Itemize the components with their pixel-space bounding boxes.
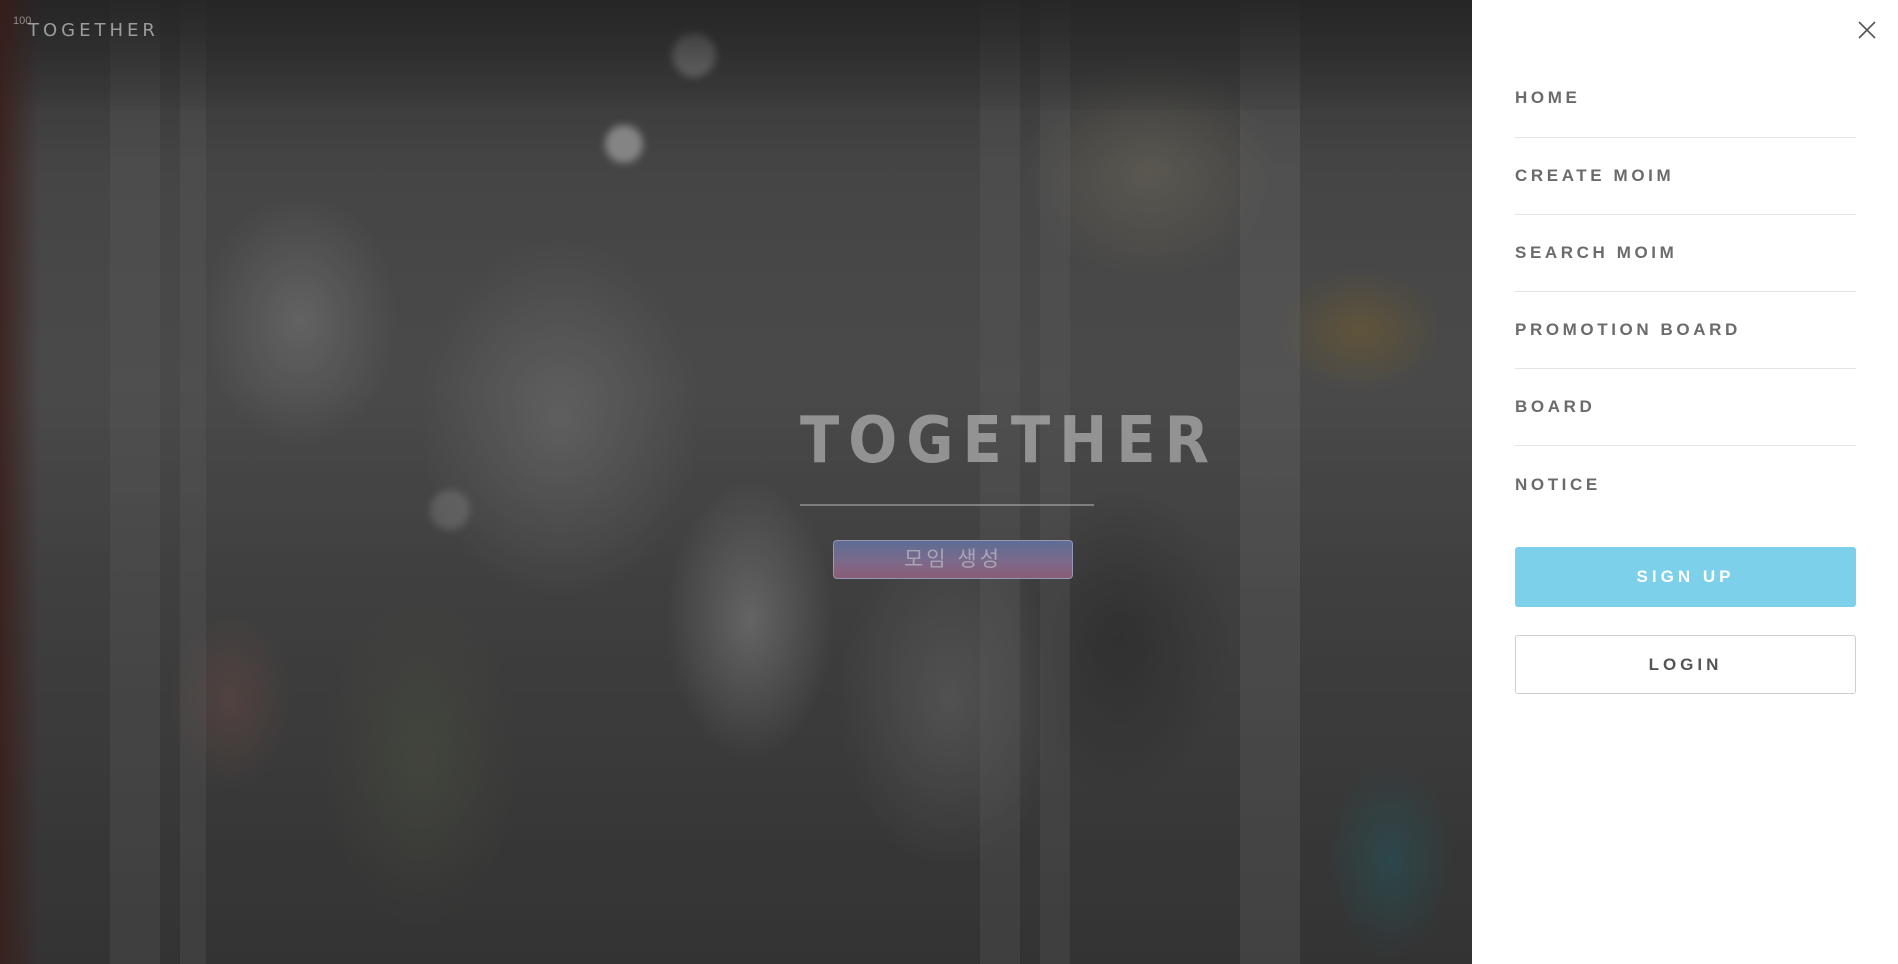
sidebar-item-label: NOTICE bbox=[1515, 474, 1601, 494]
sidebar-item-label: BOARD bbox=[1515, 397, 1596, 416]
sidebar-item-label: PROMOTION BOARD bbox=[1515, 320, 1741, 339]
close-icon[interactable] bbox=[1856, 19, 1878, 41]
sidebar-item-label: CREATE MOIM bbox=[1515, 166, 1675, 185]
create-moim-button[interactable]: 모임 생성 bbox=[833, 540, 1073, 579]
sidebar-item-label: SEARCH MOIM bbox=[1515, 243, 1678, 262]
sidebar-item-notice[interactable]: NOTICE bbox=[1515, 446, 1856, 523]
sidebar-item-label: HOME bbox=[1515, 88, 1581, 107]
sidebar-item-board[interactable]: BOARD bbox=[1515, 369, 1856, 446]
login-button[interactable]: LOGIN bbox=[1515, 635, 1856, 694]
sidebar-item-home[interactable]: HOME bbox=[1515, 59, 1856, 138]
sign-up-button[interactable]: SIGN UP bbox=[1515, 547, 1856, 607]
sidebar-item-create-moim[interactable]: CREATE MOIM bbox=[1515, 138, 1856, 215]
page: 100 TOGETHER TOGETHER 모임 생성 HOME CREATE … bbox=[0, 0, 1898, 964]
sidebar-item-search-moim[interactable]: SEARCH MOIM bbox=[1515, 215, 1856, 292]
brand-logo[interactable]: TOGETHER bbox=[28, 20, 159, 41]
hero-divider bbox=[800, 504, 1094, 506]
sidebar-nav: HOME CREATE MOIM SEARCH MOIM PROMOTION B… bbox=[1515, 59, 1856, 523]
sidebar-item-promotion-board[interactable]: PROMOTION BOARD bbox=[1515, 292, 1856, 369]
hero-title: TOGETHER bbox=[800, 404, 1218, 478]
hero-content: TOGETHER 모임 생성 bbox=[800, 395, 1218, 579]
sidebar-menu: HOME CREATE MOIM SEARCH MOIM PROMOTION B… bbox=[1472, 0, 1898, 964]
hero-background-image bbox=[0, 0, 1472, 964]
